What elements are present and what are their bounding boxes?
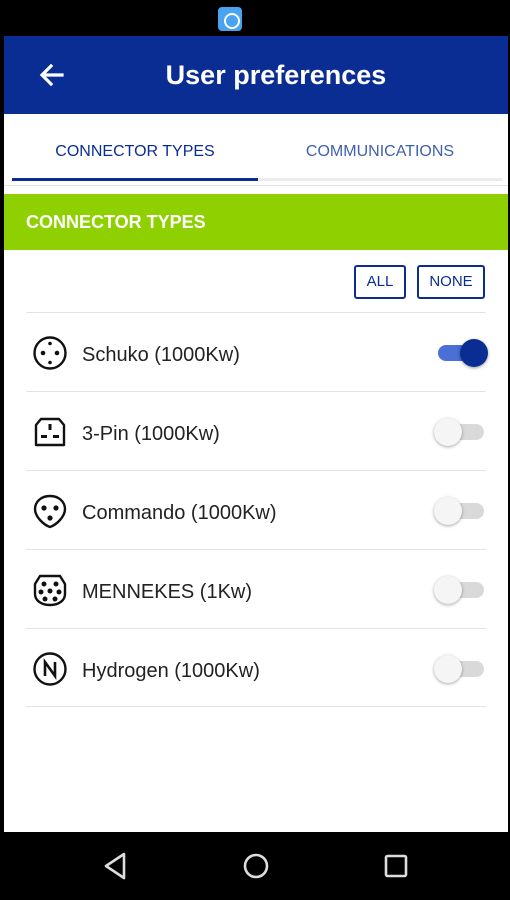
connector-label: 3-Pin (1000Kw) (82, 423, 220, 445)
connector-label: Hydrogen (1000Kw) (82, 660, 260, 682)
toggle-thumb (434, 655, 462, 683)
connector-toggle[interactable] (434, 576, 488, 604)
list-item: Schuko (1000Kw) (26, 312, 488, 391)
notification-app-icon (218, 7, 242, 31)
list-item: MENNEKES (1Kw) (26, 549, 486, 628)
nav-recents-button[interactable] (378, 848, 414, 884)
tab-connector-types[interactable]: CONNECTOR TYPES (12, 114, 258, 186)
commando-plug-icon (32, 493, 68, 529)
connector-toggle[interactable] (434, 497, 488, 525)
toggle-thumb (434, 497, 462, 525)
select-none-button[interactable]: NONE (417, 265, 485, 299)
toggle-thumb (434, 576, 462, 604)
circle-home-icon (243, 853, 269, 879)
connector-list: Schuko (1000Kw) 3-Pin (1000Kw) Commando … (26, 312, 488, 707)
screen: User preferences CONNECTOR TYPES COMMUNI… (4, 36, 508, 832)
tab-indicator (12, 178, 258, 181)
square-recents-icon (384, 854, 408, 878)
app-bar: User preferences (4, 36, 508, 114)
tab-communications[interactable]: COMMUNICATIONS (258, 114, 502, 186)
back-button[interactable] (32, 56, 72, 94)
connector-toggle[interactable] (434, 655, 488, 683)
mennekes-plug-icon (32, 572, 68, 608)
three-pin-plug-icon (32, 414, 68, 450)
tab-track (258, 178, 502, 181)
select-all-button[interactable]: ALL (354, 265, 406, 299)
status-bar (0, 0, 510, 36)
list-item: 3-Pin (1000Kw) (26, 391, 486, 470)
system-navigation-bar (0, 832, 510, 900)
connector-label: Commando (1000Kw) (82, 502, 277, 524)
nav-home-button[interactable] (238, 848, 274, 884)
triangle-back-icon (104, 852, 126, 880)
page-title: User preferences (165, 60, 387, 90)
connector-toggle[interactable] (434, 339, 488, 367)
section-header: CONNECTOR TYPES (4, 194, 508, 250)
list-item: Hydrogen (1000Kw) (26, 628, 486, 707)
toggle-thumb (460, 339, 488, 367)
connector-toggle[interactable] (434, 418, 488, 446)
connector-label: Schuko (1000Kw) (82, 344, 240, 366)
arrow-left-icon (39, 63, 64, 87)
toggle-thumb (434, 418, 462, 446)
tab-bar: CONNECTOR TYPES COMMUNICATIONS (4, 114, 508, 186)
list-item: Commando (1000Kw) (26, 470, 486, 549)
connector-label: MENNEKES (1Kw) (82, 581, 253, 603)
hydrogen-nozzle-icon (32, 651, 68, 687)
nav-back-button[interactable] (98, 848, 134, 884)
schuko-plug-icon (32, 335, 68, 371)
